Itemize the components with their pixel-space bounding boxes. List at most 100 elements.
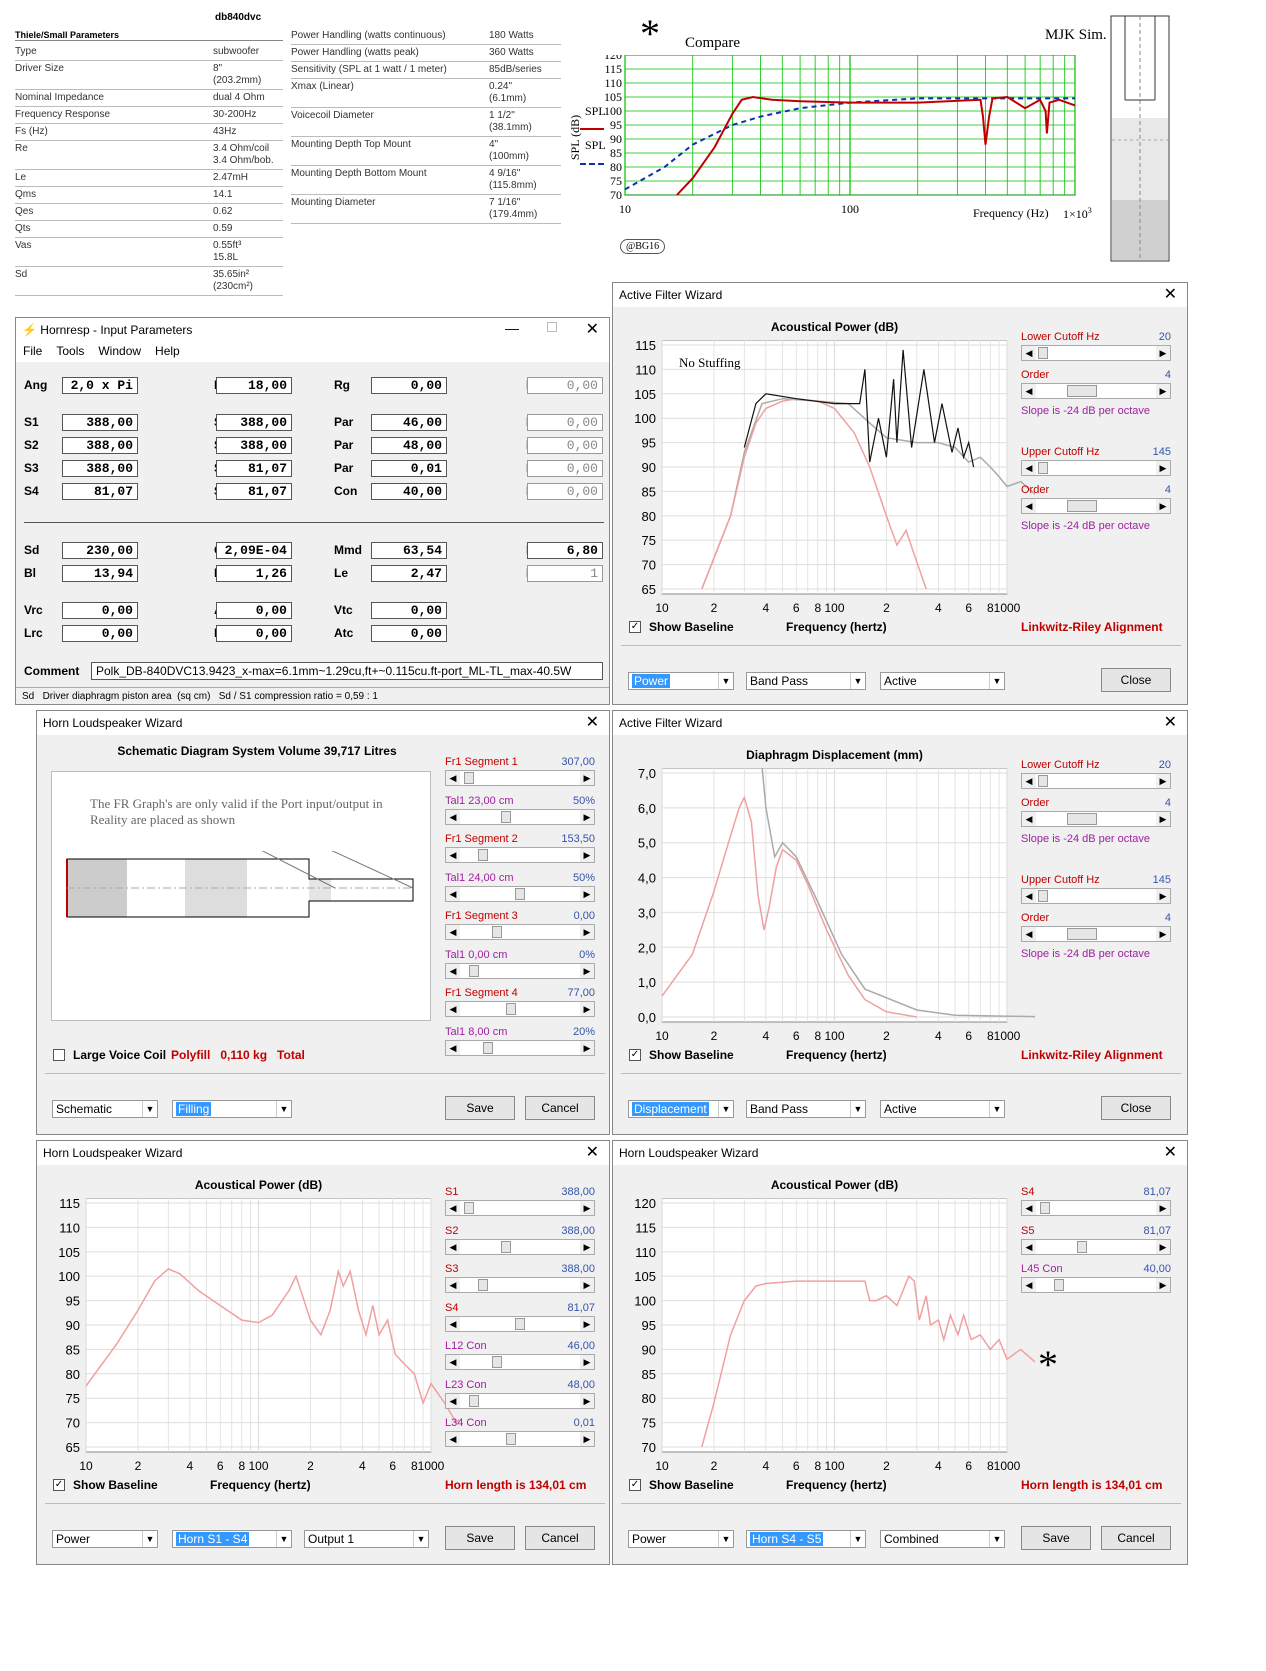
arrow-left-icon[interactable]: ◀ xyxy=(1022,927,1036,941)
slider-thumb[interactable] xyxy=(464,1202,474,1214)
param-field-s1[interactable]: 388,00 xyxy=(62,414,138,431)
arrow-right-icon[interactable]: ▶ xyxy=(1156,461,1170,475)
arrow-right-icon[interactable]: ▶ xyxy=(580,1040,594,1055)
arrow-right-icon[interactable]: ▶ xyxy=(1156,346,1170,360)
arrow-right-icon[interactable]: ▶ xyxy=(580,963,594,978)
chevron-down-icon[interactable]: ▼ xyxy=(850,1531,865,1547)
minimize-button[interactable]: — xyxy=(505,320,519,336)
param-field-s2[interactable]: 388,00 xyxy=(62,437,138,454)
slider-track[interactable]: ◀ ▶ xyxy=(445,770,595,786)
slider-track[interactable]: ◀ ▶ xyxy=(445,847,595,863)
param-field-f12[interactable]: 0,00 xyxy=(527,414,603,431)
chevron-down-icon[interactable]: ▼ xyxy=(989,673,1004,689)
close-icon[interactable]: ✕ xyxy=(586,318,599,342)
arrow-left-icon[interactable]: ◀ xyxy=(446,1201,460,1215)
chevron-down-icon[interactable]: ▼ xyxy=(850,673,865,689)
param-field-lrc[interactable]: 0,00 xyxy=(62,625,138,642)
arrow-right-icon[interactable]: ▶ xyxy=(580,1393,594,1408)
slider-thumb[interactable] xyxy=(1067,813,1097,825)
chevron-down-icon[interactable]: ▼ xyxy=(413,1531,428,1547)
slider-thumb[interactable] xyxy=(492,926,502,938)
arrow-left-icon[interactable]: ◀ xyxy=(446,1355,460,1369)
menu-item-tools[interactable]: Tools xyxy=(49,342,91,360)
chevron-down-icon[interactable]: ▼ xyxy=(989,1101,1004,1117)
slider-thumb[interactable] xyxy=(1038,890,1048,902)
save-button[interactable]: Save xyxy=(445,1526,515,1550)
slider-thumb[interactable] xyxy=(1077,1240,1087,1253)
dropdown-1[interactable]: Band Pass ▼ xyxy=(746,1100,866,1118)
arrow-right-icon[interactable]: ▶ xyxy=(580,1201,594,1215)
arrow-right-icon[interactable]: ▶ xyxy=(580,1002,594,1016)
dropdown-2[interactable]: Output 1 ▼ xyxy=(304,1530,429,1548)
arrow-left-icon[interactable]: ◀ xyxy=(1022,812,1036,826)
slider-track[interactable]: ◀ ▶ xyxy=(445,1354,595,1370)
param-field-f23[interactable]: 0,00 xyxy=(527,437,603,454)
menu-item-window[interactable]: Window xyxy=(91,342,148,360)
slider-thumb[interactable] xyxy=(515,887,525,900)
param-field-re[interactable]: 6,80 xyxy=(527,542,603,559)
arrow-right-icon[interactable]: ▶ xyxy=(580,886,594,901)
filter-slider[interactable]: ◀ ▶ xyxy=(1021,811,1171,827)
param-field-sd[interactable]: 230,00 xyxy=(62,542,138,559)
filter-slider[interactable]: ◀ ▶ xyxy=(1021,773,1171,789)
dropdown-1[interactable]: Horn S1 - S4 ▼ xyxy=(172,1530,292,1548)
param-field-f45[interactable]: 0,00 xyxy=(527,483,603,500)
slider-track[interactable]: ◀ ▶ xyxy=(445,962,595,979)
close-icon[interactable]: ✕ xyxy=(1164,283,1177,307)
dropdown-2[interactable]: Active ▼ xyxy=(880,672,1005,690)
arrow-right-icon[interactable]: ▶ xyxy=(580,809,594,824)
close-icon[interactable]: ✕ xyxy=(1164,711,1177,735)
param-field-par[interactable]: 0,01 xyxy=(371,460,447,477)
arrow-right-icon[interactable]: ▶ xyxy=(580,1239,594,1254)
param-field-eg[interactable]: 18,00 xyxy=(216,377,292,394)
menu-item-file[interactable]: File xyxy=(16,342,49,360)
arrow-right-icon[interactable]: ▶ xyxy=(1156,889,1170,903)
param-field-con[interactable]: 40,00 xyxy=(371,483,447,500)
param-field-le[interactable]: 2,47 xyxy=(371,565,447,582)
arrow-right-icon[interactable]: ▶ xyxy=(580,1316,594,1331)
arrow-left-icon[interactable]: ◀ xyxy=(446,886,460,901)
slider-track[interactable]: ◀ ▶ xyxy=(445,1315,595,1332)
dropdown-2[interactable]: Combined ▼ xyxy=(880,1530,1005,1548)
slider-track[interactable]: ◀ ▶ xyxy=(445,1238,595,1255)
arrow-left-icon[interactable]: ◀ xyxy=(1022,1278,1036,1292)
save-button[interactable]: Save xyxy=(1021,1526,1091,1550)
param-field-s4[interactable]: 81,07 xyxy=(216,460,292,477)
large-voice-coil-checkbox[interactable] xyxy=(53,1049,65,1061)
dropdown-2[interactable]: Active ▼ xyxy=(880,1100,1005,1118)
slider-thumb[interactable] xyxy=(1054,1279,1064,1291)
dropdown-0[interactable]: Schematic ▼ xyxy=(52,1100,158,1118)
arrow-left-icon[interactable]: ◀ xyxy=(1022,774,1036,788)
slider-thumb[interactable] xyxy=(478,1279,488,1291)
param-field-f34[interactable]: 0,00 xyxy=(527,460,603,477)
slider-thumb[interactable] xyxy=(469,964,479,977)
slider-thumb[interactable] xyxy=(483,1041,493,1054)
cancel-button[interactable]: Cancel xyxy=(1101,1526,1171,1550)
param-field-rg[interactable]: 0,00 xyxy=(371,377,447,394)
arrow-left-icon[interactable]: ◀ xyxy=(446,1316,460,1331)
slider-thumb[interactable] xyxy=(515,1317,525,1330)
param-field-cms[interactable]: 2,09E-04 xyxy=(216,542,292,559)
slider-track[interactable]: ◀ ▶ xyxy=(445,808,595,825)
arrow-left-icon[interactable]: ◀ xyxy=(1022,346,1036,360)
param-field-s5[interactable]: 81,07 xyxy=(216,483,292,500)
dropdown-1[interactable]: Band Pass ▼ xyxy=(746,672,866,690)
arrow-left-icon[interactable]: ◀ xyxy=(446,963,460,978)
slider-thumb[interactable] xyxy=(1038,462,1048,474)
param-field-ap1[interactable]: 0,00 xyxy=(216,602,292,619)
dropdown-0[interactable]: Displacement ▼ xyxy=(628,1100,734,1118)
arrow-right-icon[interactable]: ▶ xyxy=(1156,384,1170,398)
chevron-down-icon[interactable]: ▼ xyxy=(718,1531,733,1547)
filter-slider[interactable]: ◀ ▶ xyxy=(1021,460,1171,476)
slider-thumb[interactable] xyxy=(506,1003,516,1015)
chevron-down-icon[interactable]: ▼ xyxy=(276,1531,291,1547)
slider-thumb[interactable] xyxy=(501,810,511,823)
arrow-right-icon[interactable]: ▶ xyxy=(1156,927,1170,941)
param-field-fta[interactable]: 0,00 xyxy=(527,377,603,394)
comment-field[interactable]: Polk_DB-840DVC13.9423_x-max=6.1mm~1.29cu… xyxy=(91,662,603,680)
param-field-s3[interactable]: 388,00 xyxy=(62,460,138,477)
close-icon[interactable]: ✕ xyxy=(1164,1141,1177,1165)
slider-thumb[interactable] xyxy=(1038,775,1048,787)
dropdown-1[interactable]: Horn S4 - S5 ▼ xyxy=(746,1530,866,1548)
slider-thumb[interactable] xyxy=(1067,385,1097,397)
